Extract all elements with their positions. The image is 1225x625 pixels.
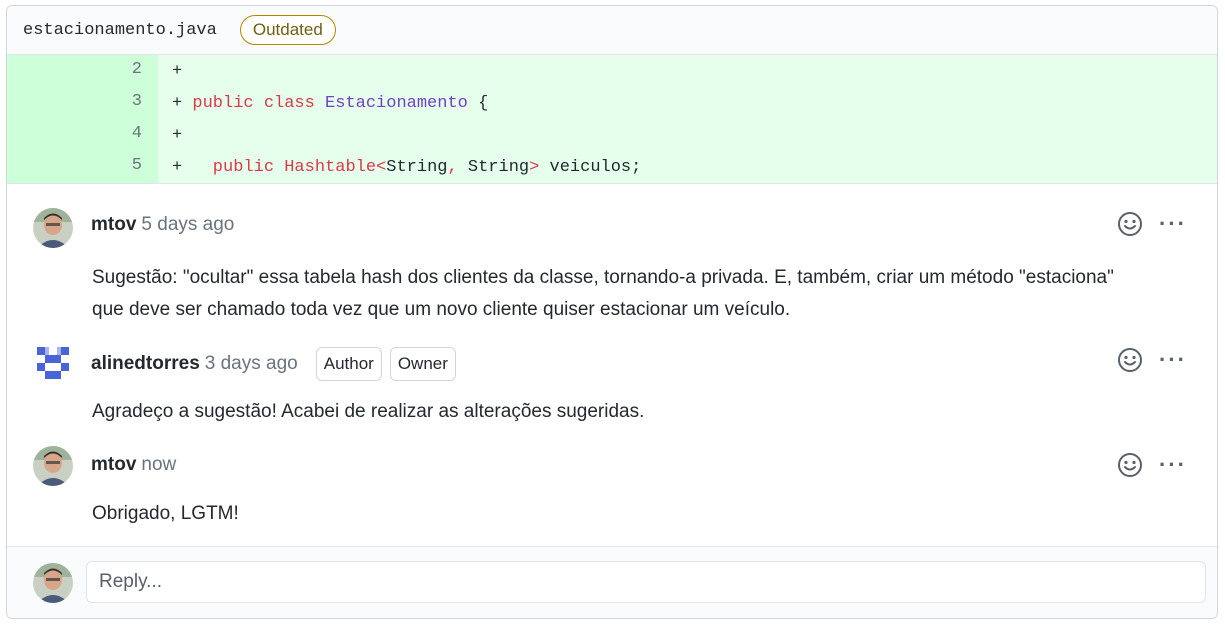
- file-name[interactable]: estacionamento.java: [23, 21, 217, 40]
- comment-body-line: Agradeço a sugestão! Acabei de realizar …: [92, 401, 645, 422]
- diff-prefix: +: [172, 62, 183, 81]
- file-header: estacionamento.java Outdated: [7, 6, 1217, 55]
- comment-meta: mtov now: [91, 454, 176, 476]
- comment-actions: ···: [1117, 452, 1187, 478]
- diff-prefix: +: [172, 158, 183, 177]
- smiley-icon[interactable]: [1117, 452, 1143, 478]
- comment-body: Sugestão: "ocultar" essa tabela hash dos…: [92, 262, 1193, 326]
- comment-timestamp[interactable]: 3 days ago: [205, 353, 298, 375]
- diff-prefix: +: [172, 94, 183, 113]
- line-number[interactable]: 4: [7, 119, 158, 151]
- comment-author[interactable]: mtov: [91, 214, 136, 236]
- code-token: <: [376, 158, 387, 177]
- code-token: String: [386, 158, 448, 177]
- code-token: Hashtable: [274, 158, 377, 177]
- comment-body-line: que deve ser chamado toda vez que um nov…: [92, 299, 791, 320]
- author-badge: Author: [315, 347, 382, 381]
- comment-body-line: Obrigado, LGTM!: [92, 503, 239, 524]
- code-token: class: [253, 94, 315, 113]
- code-token: Estacionamento: [314, 94, 468, 113]
- comment-body: Agradeço a sugestão! Acabei de realizar …: [92, 396, 1193, 428]
- avatar[interactable]: [33, 208, 73, 248]
- outdated-label: Outdated: [239, 15, 336, 45]
- kebab-horizontal-icon[interactable]: ···: [1159, 349, 1187, 371]
- code-token: public: [182, 158, 275, 177]
- comment-meta: alinedtorres 3 days ago Author Owner: [91, 347, 456, 381]
- line-number[interactable]: 3: [7, 87, 158, 119]
- comment-actions: ···: [1117, 211, 1187, 237]
- comment-timestamp[interactable]: 5 days ago: [141, 214, 234, 236]
- reply-bar: Reply...: [7, 546, 1217, 618]
- comment-body: Obrigado, LGTM!: [92, 498, 1193, 530]
- avatar[interactable]: [33, 343, 73, 383]
- code-token: ,: [447, 158, 458, 177]
- review-thread-card: estacionamento.java Outdated 2 +3 + public…: [6, 5, 1218, 619]
- comment-author[interactable]: alinedtorres: [91, 353, 200, 375]
- kebab-horizontal-icon[interactable]: ···: [1159, 213, 1187, 235]
- diff-line: 5 + public Hashtable<String, String> veic…: [7, 151, 1217, 183]
- avatar[interactable]: [33, 446, 73, 486]
- reply-input[interactable]: Reply...: [86, 561, 1206, 603]
- comment-timestamp[interactable]: now: [141, 454, 176, 476]
- code-token: public: [182, 94, 254, 113]
- comment-body-line: Sugestão: "ocultar" essa tabela hash dos…: [92, 267, 1114, 288]
- code-line: +: [158, 55, 1217, 87]
- diff-block: 2 +3 + public class Estacionamento {4 +5 + p…: [7, 55, 1217, 184]
- code-token: {: [467, 94, 489, 113]
- smiley-icon[interactable]: [1117, 211, 1143, 237]
- code-line: + public class Estacionamento {: [158, 87, 1217, 119]
- code-line: +: [158, 119, 1217, 151]
- line-number[interactable]: 2: [7, 55, 158, 87]
- owner-badge: Owner: [389, 347, 456, 381]
- code-line: + public Hashtable<String, String> veicu…: [158, 151, 1217, 183]
- diff-line: 4 +: [7, 119, 1217, 151]
- comment-actions: ···: [1117, 347, 1187, 373]
- diff-prefix: +: [172, 126, 183, 145]
- avatar: [33, 563, 73, 603]
- diff-line: 2 +: [7, 55, 1217, 87]
- comment-meta: mtov 5 days ago: [91, 214, 234, 236]
- line-number[interactable]: 5: [7, 151, 158, 183]
- comment-author[interactable]: mtov: [91, 454, 136, 476]
- kebab-horizontal-icon[interactable]: ···: [1159, 454, 1187, 476]
- code-token: veiculos;: [539, 158, 642, 177]
- code-token: String: [457, 158, 530, 177]
- code-token: >: [529, 158, 540, 177]
- smiley-icon[interactable]: [1117, 347, 1143, 373]
- diff-line: 3 + public class Estacionamento {: [7, 87, 1217, 119]
